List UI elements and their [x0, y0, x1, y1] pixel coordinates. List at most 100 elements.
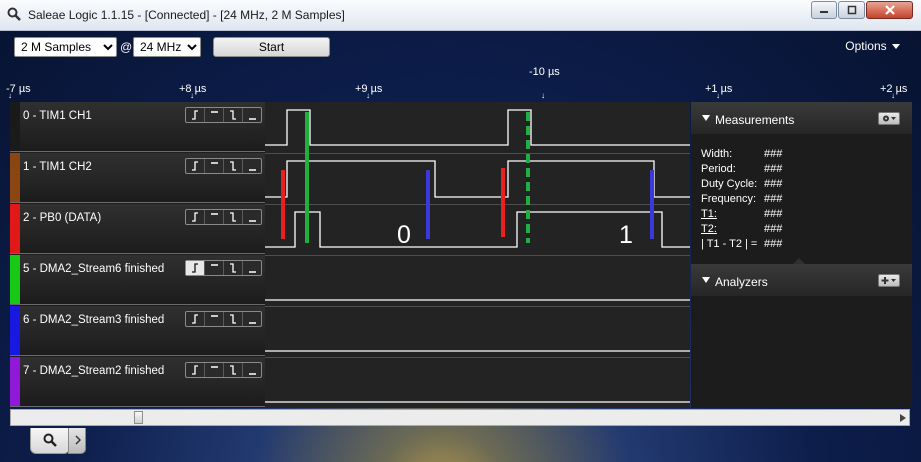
low-level-icon	[248, 271, 256, 273]
trigger-selector[interactable]	[185, 158, 262, 174]
analyzers-title: Analyzers	[715, 275, 768, 289]
bit-annotation: 0	[397, 221, 411, 249]
low-level-trigger-button[interactable]	[243, 363, 261, 377]
low-level-trigger-button[interactable]	[243, 210, 261, 224]
samples-select[interactable]: 2 M Samples	[14, 37, 117, 57]
low-level-trigger-button[interactable]	[243, 312, 261, 326]
low-level-trigger-button[interactable]	[243, 159, 261, 173]
time-tick-marker: ↓	[891, 91, 895, 100]
scrollbar-thumb[interactable]	[134, 411, 143, 424]
low-level-icon	[248, 220, 256, 222]
channel-row[interactable]: 2 - PB0 (DATA)	[10, 204, 265, 254]
measurement-value: ###	[764, 238, 783, 250]
channel-color-bar	[10, 357, 20, 406]
rising-edge-trigger-button[interactable]	[186, 210, 205, 224]
rising-edge-trigger-button[interactable]	[186, 108, 205, 122]
measurement-value: ###	[764, 148, 783, 160]
options-menu[interactable]: Options	[845, 39, 900, 53]
high-level-trigger-button[interactable]	[205, 261, 224, 275]
high-level-trigger-button[interactable]	[205, 312, 224, 326]
falling-edge-trigger-button[interactable]	[224, 261, 243, 275]
high-level-trigger-button[interactable]	[205, 363, 224, 377]
falling-edge-trigger-button[interactable]	[224, 312, 243, 326]
measurement-label: Period:	[701, 163, 736, 175]
channel-row[interactable]: 5 - DMA2_Stream6 finished	[10, 255, 265, 305]
trigger-selector[interactable]	[185, 311, 262, 327]
rising-edge-icon	[191, 314, 198, 324]
sample-rate-select[interactable]: 24 MHz	[133, 37, 201, 57]
channel-label: 5 - DMA2_Stream6 finished	[23, 263, 165, 275]
expand-tab[interactable]	[68, 428, 86, 454]
chevron-right-icon	[75, 435, 81, 445]
high-level-icon	[210, 111, 218, 113]
measurements-settings-button[interactable]	[878, 112, 900, 125]
rising-edge-trigger-button[interactable]	[186, 159, 205, 173]
falling-edge-icon	[229, 365, 236, 375]
low-level-trigger-button[interactable]	[243, 261, 261, 275]
falling-edge-icon	[229, 110, 236, 120]
collapse-triangle-icon	[702, 115, 710, 121]
rising-edge-trigger-button[interactable]	[186, 312, 205, 326]
channel-row[interactable]: 6 - DMA2_Stream3 finished	[10, 306, 265, 356]
trigger-selector[interactable]	[185, 362, 262, 378]
rising-edge-icon	[191, 110, 198, 120]
trigger-selector[interactable]	[185, 107, 262, 123]
time-tick-marker: ↓	[366, 91, 370, 100]
falling-edge-trigger-button[interactable]	[224, 108, 243, 122]
channel-color-bar	[10, 255, 20, 304]
high-level-trigger-button[interactable]	[205, 210, 224, 224]
high-level-trigger-button[interactable]	[205, 159, 224, 173]
rising-edge-icon	[191, 161, 198, 171]
time-tick-marker: ↓	[716, 91, 720, 100]
collapse-triangle-icon	[702, 277, 710, 283]
rising-edge-trigger-button[interactable]	[186, 363, 205, 377]
start-button[interactable]: Start	[213, 37, 330, 57]
trigger-selector[interactable]	[185, 209, 262, 225]
measurement-value: ###	[764, 208, 783, 220]
minimize-button[interactable]	[811, 1, 837, 19]
time-tick-marker: ↓	[8, 91, 12, 100]
measurement-value: ###	[764, 193, 783, 205]
channel-row[interactable]: 0 - TIM1 CH1	[10, 102, 265, 152]
measurement-label: Duty Cycle:	[701, 178, 758, 190]
ch0-trace	[265, 109, 690, 146]
measurement-label: Width:	[701, 148, 733, 160]
rising-edge-icon	[191, 212, 198, 222]
channel-color-bar	[10, 102, 20, 151]
measurement-value: ###	[764, 223, 783, 235]
channel-list: 0 - TIM1 CH1 1 - TIM1 CH2 2 - PB0 (DATA) 5 …	[10, 102, 265, 408]
high-level-trigger-button[interactable]	[205, 108, 224, 122]
falling-edge-trigger-button[interactable]	[224, 159, 243, 173]
add-analyzer-button[interactable]	[878, 274, 900, 287]
analyzers-header[interactable]: Analyzers	[691, 264, 912, 296]
trigger-selector[interactable]	[185, 260, 262, 276]
maximize-button[interactable]	[838, 1, 865, 19]
waveform-area[interactable]: 0 1	[265, 102, 690, 408]
falling-edge-trigger-button[interactable]	[224, 363, 243, 377]
close-button[interactable]	[866, 1, 913, 19]
measurement-label: | T1 - T2 | =	[701, 238, 758, 250]
low-level-icon	[248, 373, 256, 375]
scroll-right-icon[interactable]	[900, 414, 906, 422]
channel-row[interactable]: 1 - TIM1 CH2	[10, 153, 265, 203]
low-level-icon	[248, 118, 256, 120]
search-tab[interactable]	[30, 428, 70, 454]
time-label: -10 µs	[529, 66, 560, 78]
falling-edge-icon	[229, 212, 236, 222]
magnifier-icon	[7, 7, 21, 21]
low-level-trigger-button[interactable]	[243, 108, 261, 122]
channel-label: 0 - TIM1 CH1	[23, 110, 92, 122]
gear-icon	[883, 115, 896, 122]
search-icon	[43, 433, 57, 447]
channel-row[interactable]: 7 - DMA2_Stream2 finished	[10, 357, 265, 407]
horizontal-scrollbar[interactable]	[10, 409, 910, 426]
measurements-header[interactable]: Measurements	[691, 102, 912, 134]
high-level-icon	[210, 162, 218, 164]
falling-edge-trigger-button[interactable]	[224, 210, 243, 224]
bit-annotation: 1	[619, 221, 633, 249]
window-title: Saleae Logic 1.1.15 - [Connected] - [24 …	[28, 8, 345, 22]
high-level-icon	[210, 213, 218, 215]
falling-edge-icon	[229, 161, 236, 171]
measurement-value: ###	[764, 178, 783, 190]
rising-edge-trigger-button[interactable]	[186, 261, 205, 275]
